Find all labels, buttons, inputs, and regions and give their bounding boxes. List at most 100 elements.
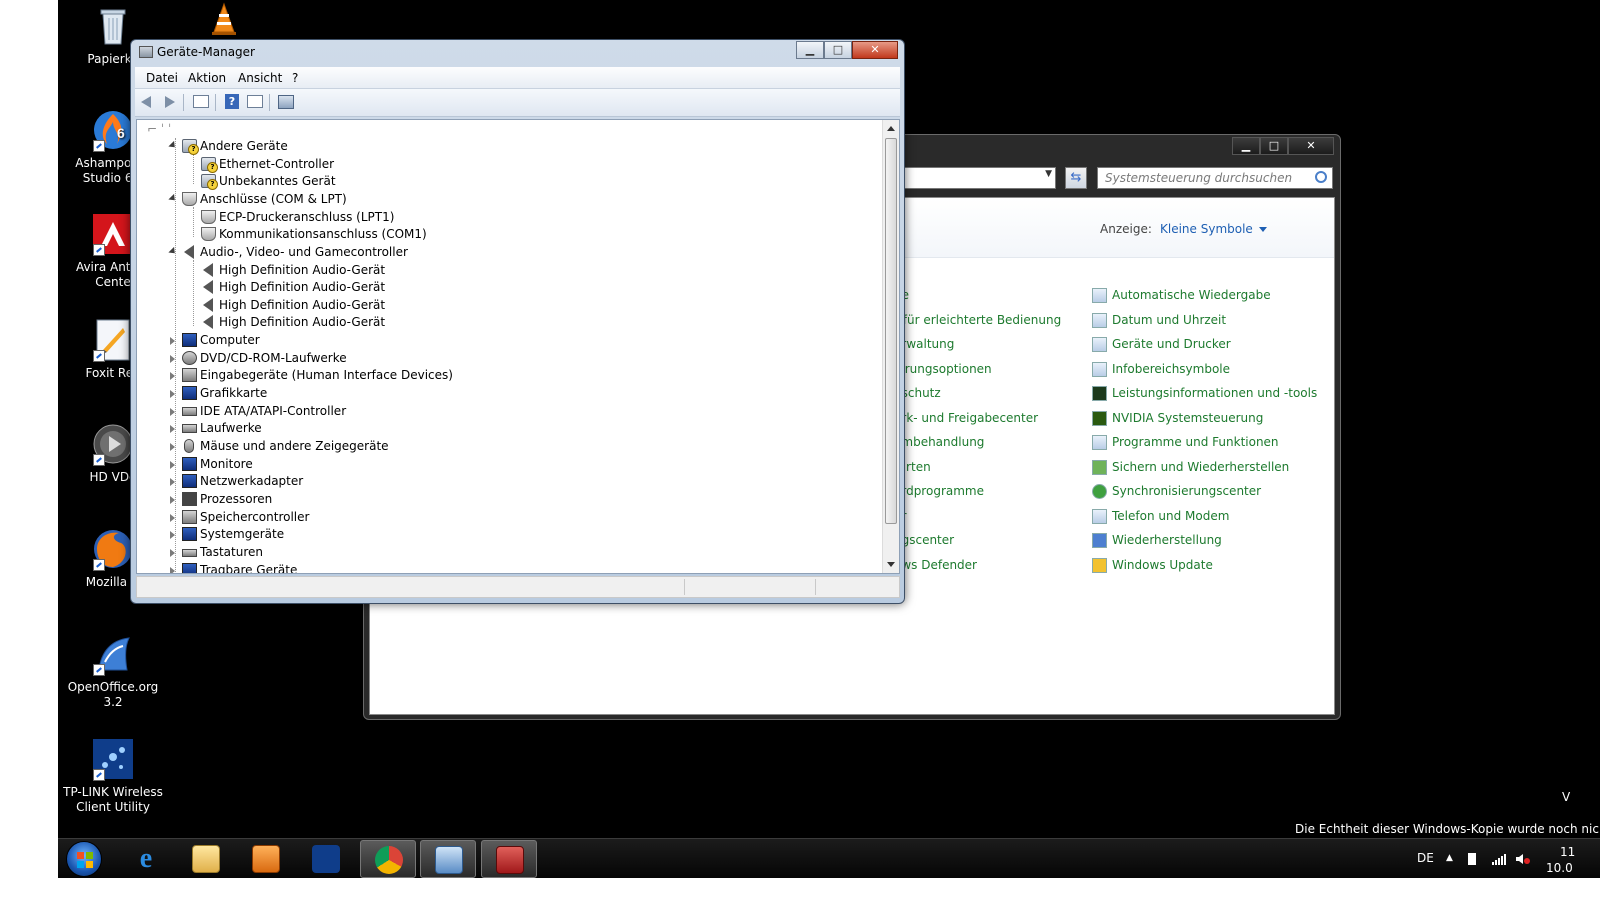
show-hidden-icons-chevron-icon[interactable]: ▲ — [1446, 853, 1460, 865]
minimize-button[interactable]: ▁ — [796, 41, 824, 59]
taskbar-app-device-manager[interactable] — [481, 840, 537, 878]
collapse-icon[interactable] — [168, 193, 178, 204]
close-button[interactable]: ✕ — [1288, 137, 1334, 155]
desktop-icon-tplink[interactable]: TP-LINK Wireless Client Utility — [57, 737, 169, 815]
expand-icon[interactable] — [170, 425, 175, 433]
activation-watermark: Die Echtheit dieser Windows-Kopie wurde … — [1295, 822, 1600, 836]
cp-link-nvidia[interactable]: NVIDIA Systemsteuerung — [1092, 411, 1263, 426]
desktop-icon-openoffice[interactable]: OpenOffice.org 3.2 — [57, 632, 169, 710]
device-manager-caption-buttons: ▁ □ ✕ — [796, 41, 898, 59]
cp-link-date-time[interactable]: Datum und Uhrzeit — [1092, 313, 1226, 328]
cp-link-recovery[interactable]: Wiederherstellung — [1092, 533, 1222, 548]
collapse-icon[interactable] — [168, 140, 178, 151]
menu-help[interactable]: ? — [292, 71, 298, 85]
network-signal-icon[interactable] — [1492, 853, 1506, 865]
cp-link-notification-icons[interactable]: Infobereichsymbole — [1092, 362, 1230, 377]
volume-muted-icon[interactable] — [1515, 853, 1530, 865]
maximize-button[interactable]: □ — [1260, 137, 1288, 155]
search-input[interactable]: Systemsteuerung durchsuchen — [1097, 167, 1333, 189]
disc-icon — [182, 351, 197, 365]
warn-icon — [201, 174, 218, 190]
device-tree[interactable]: ⌐ ˈ ˈ Andere Geräte Ethernet-Controller … — [136, 119, 900, 574]
performance-icon — [1092, 386, 1107, 401]
taskbar-app-control-panel[interactable] — [420, 840, 476, 878]
taskbar-app-chrome[interactable] — [360, 840, 416, 878]
cp-link-sync-center[interactable]: Synchronisierungscenter — [1092, 484, 1261, 499]
cp-link-left[interactable]: ardprogramme — [894, 484, 984, 498]
console-tree-icon — [193, 95, 209, 108]
start-button[interactable] — [66, 841, 102, 877]
menu-aktion[interactable]: Aktion — [188, 71, 226, 85]
shortcut-arrow-icon — [93, 769, 105, 781]
view-mode-dropdown[interactable]: Kleine Symbole — [1160, 222, 1267, 236]
expand-icon[interactable] — [170, 531, 175, 539]
cp-link-programs[interactable]: Programme und Funktionen — [1092, 435, 1279, 450]
chevron-down-icon[interactable]: ▼ — [1045, 169, 1052, 179]
expand-icon[interactable] — [170, 567, 175, 573]
expand-icon[interactable] — [170, 514, 175, 522]
expand-icon[interactable] — [170, 390, 175, 398]
vlc-icon[interactable] — [206, 2, 242, 36]
clock-time[interactable]: 11 — [1560, 845, 1575, 859]
firefox-icon — [91, 527, 135, 571]
tree-node-label: High Definition Audio-Gerät — [219, 315, 386, 329]
maximize-button[interactable]: □ — [824, 41, 852, 59]
scan-hardware-button[interactable] — [277, 94, 295, 110]
cp-link-left[interactable]: embehandlung — [894, 435, 984, 449]
expand-icon[interactable] — [170, 461, 175, 469]
action-center-flag-icon[interactable] — [1468, 853, 1476, 865]
search-icon[interactable] — [1315, 171, 1327, 183]
scroll-up-arrow-icon[interactable] — [887, 126, 895, 131]
cp-link-windows-update[interactable]: Windows Update — [1092, 558, 1213, 573]
close-button[interactable]: ✕ — [852, 41, 898, 59]
cp-link-autoplay[interactable]: Automatische Wiedergabe — [1092, 288, 1271, 303]
toolbar-separator — [183, 94, 184, 111]
collapse-icon[interactable] — [168, 246, 178, 257]
expand-icon[interactable] — [170, 549, 175, 557]
scroll-down-arrow-icon[interactable] — [887, 562, 895, 567]
keyboard-icon — [182, 549, 197, 557]
taskbar-app-internet-explorer[interactable]: e — [118, 840, 174, 878]
taskbar-app-tplink[interactable] — [298, 840, 354, 878]
tree-node-label: Grafikkarte — [200, 386, 268, 400]
taskbar-app-explorer[interactable] — [178, 840, 234, 878]
tree-node-label: High Definition Audio-Gerät — [219, 263, 386, 277]
cp-link-label: Windows Update — [1112, 558, 1213, 572]
shortcut-arrow-icon — [93, 454, 105, 466]
cp-link-performance[interactable]: Leistungsinformationen und -tools — [1092, 386, 1317, 401]
expand-icon[interactable] — [170, 337, 175, 345]
clock-date[interactable]: 10.0 — [1546, 861, 1573, 875]
svg-text:6: 6 — [117, 125, 125, 141]
properties-button[interactable] — [246, 94, 264, 110]
mouse-icon — [184, 439, 194, 453]
cp-link-phone-modem[interactable]: Telefon und Modem — [1092, 509, 1229, 524]
cp-link-backup[interactable]: Sichern und Wiederherstellen — [1092, 460, 1289, 475]
cp-link-left[interactable]: ows Defender — [894, 558, 977, 572]
help-button[interactable]: ? — [223, 94, 241, 110]
expand-icon[interactable] — [170, 408, 175, 416]
menu-ansicht[interactable]: Ansicht — [238, 71, 282, 85]
vertical-scrollbar[interactable] — [882, 120, 899, 573]
back-button[interactable] — [139, 94, 157, 110]
tree-node-label: Unbekanntes Gerät — [219, 174, 336, 188]
tree-node-label: Prozessoren — [200, 492, 273, 506]
cp-link-left[interactable]: erk- und Freigabecenter — [894, 411, 1038, 425]
forward-button[interactable] — [161, 94, 179, 110]
scrollbar-thumb[interactable] — [885, 138, 897, 524]
cp-link-devices-printers[interactable]: Geräte und Drucker — [1092, 337, 1231, 352]
expand-icon[interactable] — [170, 496, 175, 504]
address-bar[interactable]: ▼ — [904, 167, 1056, 189]
language-indicator[interactable]: DE — [1417, 851, 1434, 865]
taskbar-app-media-player[interactable] — [238, 840, 294, 878]
show-hide-tree-button[interactable] — [192, 94, 210, 110]
menu-datei[interactable]: Datei — [146, 71, 178, 85]
expand-icon[interactable] — [170, 443, 175, 451]
expand-icon[interactable] — [170, 355, 175, 363]
minimize-button[interactable]: ▁ — [1232, 137, 1260, 155]
cp-link-left[interactable]: r für erleichterte Bedienung — [894, 313, 1061, 327]
expand-icon[interactable] — [170, 372, 175, 380]
expand-icon[interactable] — [170, 478, 175, 486]
cp-link-left[interactable]: ierungsoptionen — [894, 362, 992, 376]
refresh-button[interactable]: ⇆ — [1065, 167, 1087, 189]
tree-node-label: Netzwerkadapter — [200, 474, 304, 488]
